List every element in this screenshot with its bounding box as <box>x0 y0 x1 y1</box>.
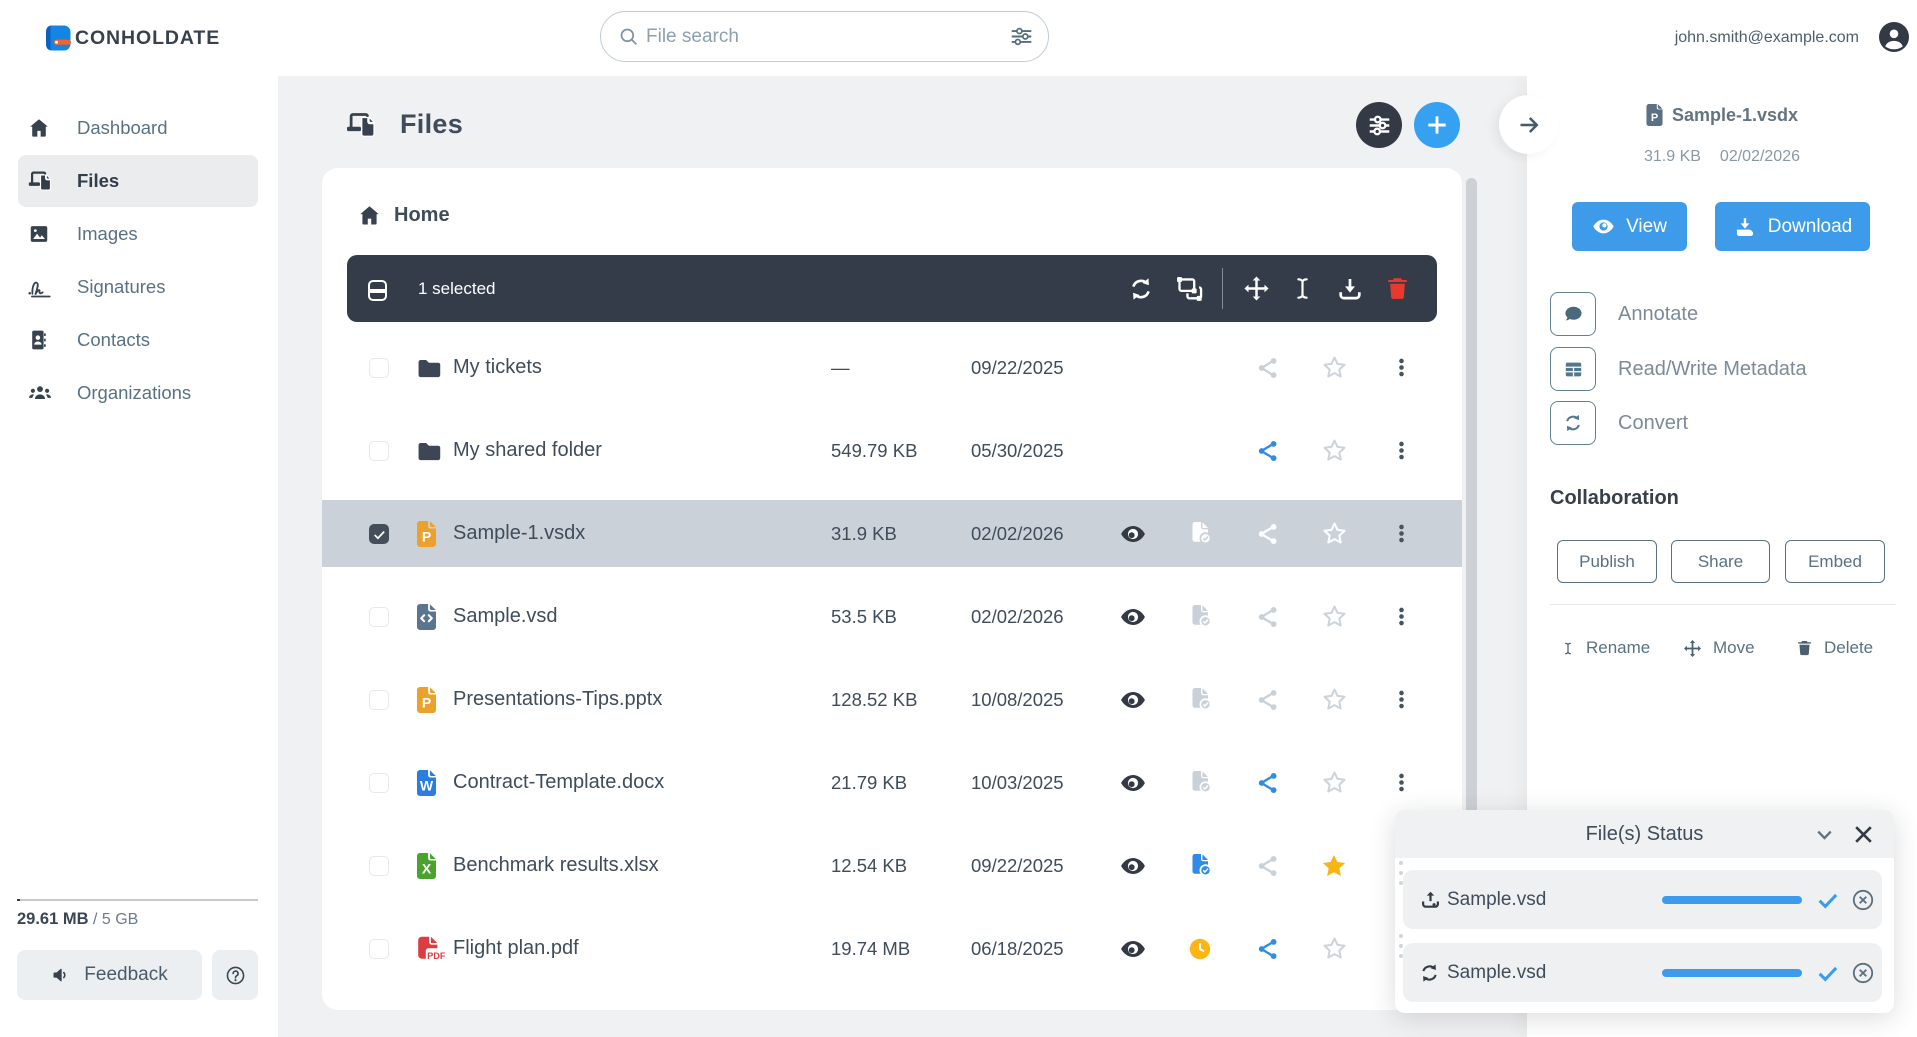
svg-text:P: P <box>1651 112 1658 124</box>
svg-text:X: X <box>422 860 432 876</box>
svg-text:P: P <box>422 694 431 710</box>
svg-text:W: W <box>420 777 434 793</box>
svg-text:PDF: PDF <box>427 951 445 961</box>
svg-text:P: P <box>422 528 431 544</box>
